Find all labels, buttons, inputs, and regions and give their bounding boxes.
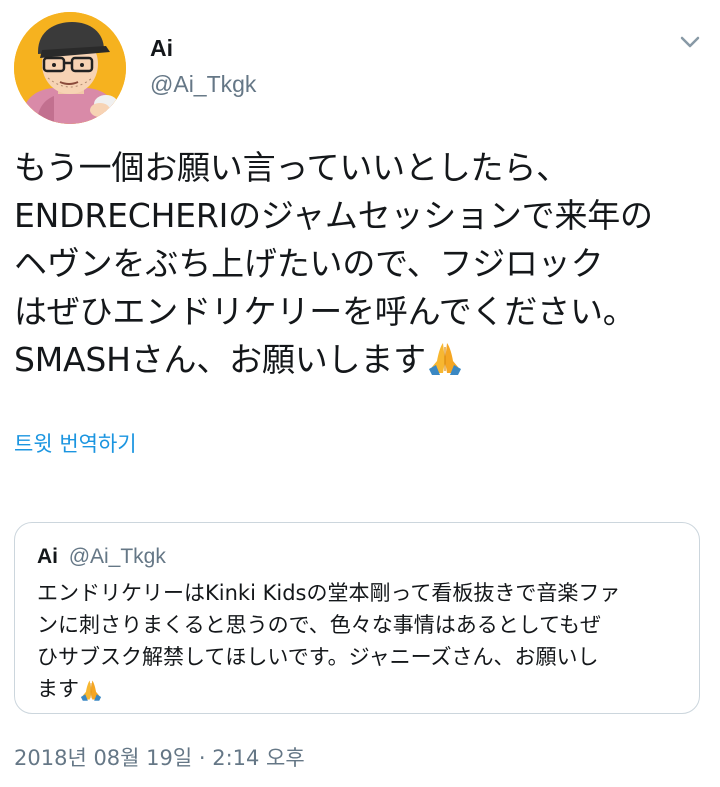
quoted-author-name: Ai [37,545,58,568]
tweet-text-line: もう一個お願い言っていいとしたら、 [14,148,569,187]
tweet-text-line: ヘヴンをぶち上げたいので、フジロック [14,244,604,283]
tweet-timestamp[interactable]: 2018년 08월 19일 · 2:14 오후 [14,744,305,772]
tweet-text-line: はぜひエンドリケリーを呼んでください。 [14,292,636,331]
tweet-detail: Ai @Ai_Tkgk もう一個お願い言っていいとしたら、 ENDRECHERI… [0,0,720,787]
tweet-text-line: ENDRECHERIのジャムセッションで来年の [14,196,653,235]
quoted-author-handle: @Ai_Tkgk [68,545,166,568]
avatar[interactable] [14,12,126,124]
cartoon-avatar-icon [14,12,126,124]
quoted-text-line: ンに刺さりまくると思うので、色々な事情はあるとしてもぜ [37,613,602,637]
author-display-name[interactable]: Ai [150,34,173,62]
quoted-text-line-content: ます [37,677,79,701]
chevron-down-icon [680,36,700,48]
tweet-text: もう一個お願い言っていいとしたら、 ENDRECHERIのジャムセッションで来年… [14,144,704,390]
quoted-text-line: ひサブスク解禁してほしいです。ジャニーズさん、お願いし [37,645,599,669]
folded-hands-icon [426,339,464,390]
tweet-text-line: SMASHさん、お願いします [14,336,704,390]
tweet-text-line-content: SMASHさん、お願いします [14,340,426,379]
quoted-text-line: エンドリケリーはKinki Kidsの堂本剛って看板抜きで音楽ファ [37,581,621,605]
translate-tweet-link[interactable]: 트윗 번역하기 [14,430,137,458]
quoted-tweet-header: Ai @Ai_Tkgk [37,543,166,570]
quoted-text-line: ます [37,673,687,711]
tweet-menu-button[interactable] [674,28,706,56]
quoted-tweet-text: エンドリケリーはKinki Kidsの堂本剛って看板抜きで音楽ファ ンに刺さりま… [37,577,687,711]
author-handle[interactable]: @Ai_Tkgk [150,70,256,98]
quoted-tweet[interactable]: Ai @Ai_Tkgk エンドリケリーはKinki Kidsの堂本剛って看板抜き… [14,522,700,714]
folded-hands-icon [79,678,103,711]
